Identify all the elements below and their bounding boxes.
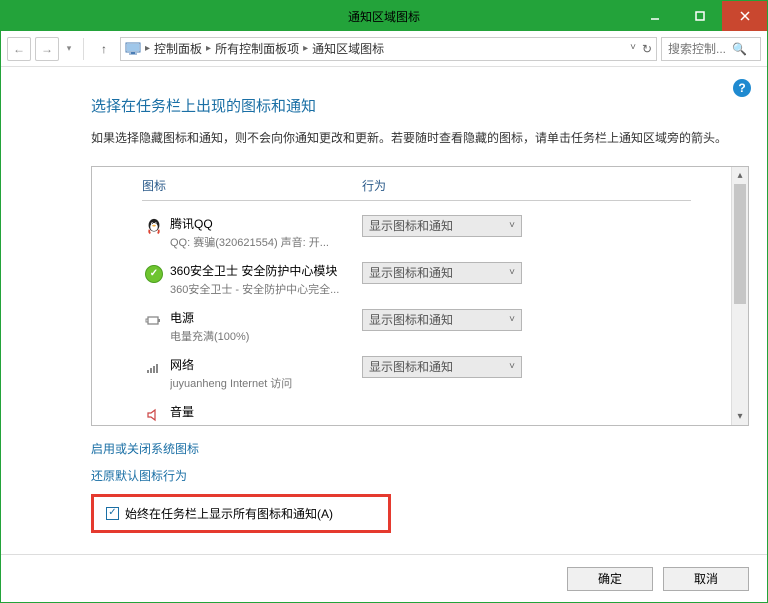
select-value: 显示图标和通知 [369, 217, 453, 234]
footer: 确定 取消 [1, 554, 767, 602]
up-button[interactable]: ↑ [92, 37, 116, 61]
scroll-down-icon[interactable]: ▾ [732, 408, 748, 425]
arrow-left-icon: ← [13, 42, 25, 56]
scroll-track[interactable] [732, 184, 748, 408]
restore-defaults-link[interactable]: 还原默认图标行为 [91, 467, 749, 484]
icons-list: 图标 行为 腾讯QQ QQ: 赛骗(320621554) 声音: 开... 显示… [92, 167, 731, 425]
chevron-down-icon: ˅ [509, 314, 515, 325]
chevron-down-icon: ˅ [509, 361, 515, 372]
behavior-select[interactable]: 显示图标和通知 ˅ [362, 262, 522, 284]
titlebar: 通知区域图标 [1, 1, 767, 31]
battery-icon [142, 309, 166, 333]
breadcrumb-sep: ▸ [303, 43, 308, 54]
scroll-thumb[interactable] [734, 184, 746, 304]
volume-icon [142, 403, 166, 425]
minimize-icon [650, 11, 660, 21]
page-description: 如果选择隐藏图标和通知，则不会向你通知更改和更新。若要随时查看隐藏的图标，请单击… [91, 128, 749, 150]
scroll-up-icon[interactable]: ▴ [732, 167, 748, 184]
window: 通知区域图标 ← → ▾ ↑ ▸ 控制面板 ▸ 所有控制面板项 [0, 0, 768, 603]
header-behavior: 行为 [362, 177, 691, 194]
scrollbar[interactable]: ▴ ▾ [731, 167, 748, 425]
chevron-down-icon: ˅ [509, 267, 515, 278]
search-icon: 🔍 [732, 42, 747, 56]
list-header: 图标 行为 [142, 177, 691, 201]
search-box[interactable]: 🔍 [661, 37, 761, 61]
close-button[interactable] [722, 1, 767, 31]
window-controls [632, 1, 767, 31]
list-item: 网络 juyuanheng Internet 访问 显示图标和通知 ˅ [142, 350, 691, 397]
navbar: ← → ▾ ↑ ▸ 控制面板 ▸ 所有控制面板项 ▸ 通知区域图标 ˅ ↻ 🔍 [1, 31, 767, 67]
links-section: 启用或关闭系统图标 还原默认图标行为 [91, 440, 749, 484]
separator [83, 38, 84, 60]
checkbox-label: 始终在任务栏上显示所有图标和通知(A) [125, 505, 333, 522]
ok-button[interactable]: 确定 [567, 567, 653, 591]
breadcrumb-item[interactable]: 通知区域图标 [312, 40, 384, 57]
cancel-button[interactable]: 取消 [663, 567, 749, 591]
forward-button[interactable]: → [35, 37, 59, 61]
qq-icon [142, 215, 166, 239]
chevron-down-icon: ˅ [509, 220, 515, 231]
item-title: 360安全卫士 安全防护中心模块 [170, 262, 362, 279]
item-subtitle: 电量充满(100%) [170, 328, 360, 344]
arrow-right-icon: → [41, 42, 53, 56]
page-heading: 选择在任务栏上出现的图标和通知 [91, 95, 749, 116]
history-dropdown[interactable]: ▾ [63, 43, 75, 54]
wifi-icon [142, 356, 166, 380]
checkbox-checked-icon[interactable]: ✓ [106, 507, 119, 520]
breadcrumb-sep: ▸ [145, 43, 150, 54]
select-value: 显示图标和通知 [369, 311, 453, 328]
item-subtitle: juyuanheng Internet 访问 [170, 375, 360, 391]
help-icon[interactable]: ? [733, 79, 751, 97]
item-title: 音量 [170, 403, 362, 420]
behavior-select[interactable]: 显示图标和通知 ˅ [362, 215, 522, 237]
toggle-system-icons-link[interactable]: 启用或关闭系统图标 [91, 440, 749, 457]
item-title: 网络 [170, 356, 362, 373]
maximize-icon [695, 11, 705, 21]
content-area: ? 选择在任务栏上出现的图标和通知 如果选择隐藏图标和通知，则不会向你通知更改和… [1, 67, 767, 554]
item-title: 腾讯QQ [170, 215, 362, 232]
breadcrumb-item[interactable]: 所有控制面板项 [215, 40, 299, 57]
item-subtitle: 360安全卫士 - 安全防护中心完全... [170, 281, 360, 297]
arrow-up-icon: ↑ [101, 42, 107, 56]
always-show-checkbox-row[interactable]: ✓ 始终在任务栏上显示所有图标和通知(A) [91, 494, 391, 533]
shield-icon: ✓ [142, 262, 166, 286]
breadcrumb[interactable]: ▸ 控制面板 ▸ 所有控制面板项 ▸ 通知区域图标 ˅ ↻ [120, 37, 657, 61]
list-item: 电源 电量充满(100%) 显示图标和通知 ˅ [142, 303, 691, 350]
list-item: 腾讯QQ QQ: 赛骗(320621554) 声音: 开... 显示图标和通知 … [142, 209, 691, 256]
header-icon: 图标 [142, 177, 362, 194]
search-input[interactable] [668, 42, 728, 56]
minimize-button[interactable] [632, 1, 677, 31]
list-item: 音量 [142, 397, 691, 425]
list-item: ✓ 360安全卫士 安全防护中心模块 360安全卫士 - 安全防护中心完全...… [142, 256, 691, 303]
breadcrumb-sep: ▸ [206, 43, 211, 54]
back-button[interactable]: ← [7, 37, 31, 61]
maximize-button[interactable] [677, 1, 722, 31]
monitor-icon [125, 42, 141, 56]
icons-panel: 图标 行为 腾讯QQ QQ: 赛骗(320621554) 声音: 开... 显示… [91, 166, 749, 426]
item-title: 电源 [170, 309, 362, 326]
behavior-select[interactable]: 显示图标和通知 ˅ [362, 309, 522, 331]
window-title: 通知区域图标 [348, 8, 420, 25]
behavior-select[interactable]: 显示图标和通知 ˅ [362, 356, 522, 378]
select-value: 显示图标和通知 [369, 264, 453, 281]
chevron-down-icon: ▾ [67, 43, 72, 54]
close-icon [740, 11, 750, 21]
refresh-icon[interactable]: ↻ [642, 42, 652, 56]
chevron-down-icon[interactable]: ˅ [630, 42, 636, 56]
select-value: 显示图标和通知 [369, 358, 453, 375]
item-subtitle: QQ: 赛骗(320621554) 声音: 开... [170, 234, 360, 250]
breadcrumb-item[interactable]: 控制面板 [154, 40, 202, 57]
